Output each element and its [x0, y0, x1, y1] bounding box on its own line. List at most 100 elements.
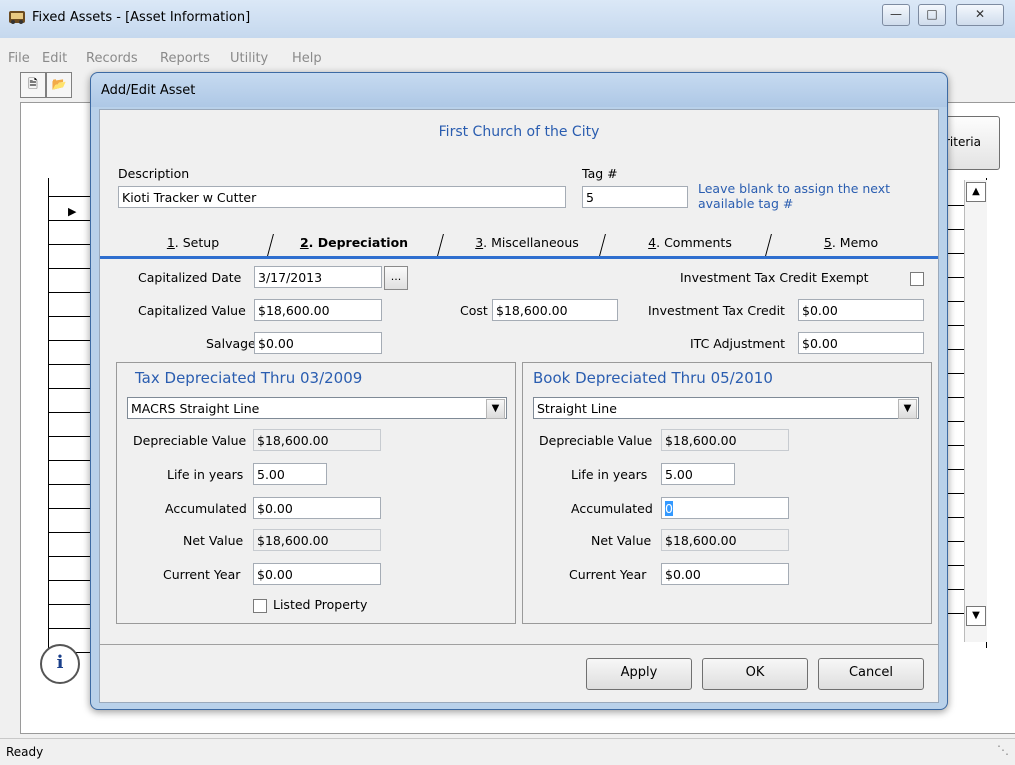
tax-depreciable-label: Depreciable Value — [133, 433, 247, 448]
menu-utility[interactable]: Utility — [230, 51, 268, 66]
criteria-button-label: riteria — [945, 135, 981, 149]
new-file-icon[interactable]: 🗎 — [20, 72, 46, 98]
main-title-bar: Fixed Assets - [Asset Information] — □ ✕ — [0, 0, 1015, 38]
tax-method-select[interactable]: MACRS Straight Line ▼ — [127, 397, 507, 419]
tab-memo[interactable]: 5. Memo — [776, 230, 926, 256]
tax-current-year-input[interactable]: $0.00 — [253, 563, 381, 585]
tag-input[interactable]: 5 — [582, 186, 688, 208]
grid-left-edge — [48, 178, 93, 658]
book-life-label: Life in years — [571, 467, 648, 482]
tab-depreciation[interactable]: 2. Depreciation — [272, 230, 436, 256]
status-bar: Ready ⋱ — [0, 738, 1015, 765]
grid-row-line — [48, 292, 92, 293]
grid-row-line — [48, 436, 92, 437]
status-text: Ready — [6, 745, 44, 759]
scroll-down-arrow-icon[interactable]: ▼ — [966, 606, 986, 626]
grid-row-line — [48, 580, 92, 581]
menu-reports[interactable]: Reports — [160, 51, 210, 66]
book-accumulated-input[interactable]: 0 — [661, 497, 789, 519]
itc-exempt-checkbox[interactable] — [910, 272, 924, 286]
grid-row-line — [48, 316, 92, 317]
cost-input[interactable]: $18,600.00 — [492, 299, 618, 321]
tax-accumulated-input[interactable]: $0.00 — [253, 497, 381, 519]
book-current-year-input[interactable]: $0.00 — [661, 563, 789, 585]
open-folder-icon[interactable]: 📂 — [46, 72, 72, 98]
salvage-input[interactable]: $0.00 — [254, 332, 382, 354]
scroll-up-arrow-icon[interactable]: ▲ — [966, 182, 986, 202]
dialog-title: Add/Edit Asset — [101, 83, 196, 98]
capitalized-date-label: Capitalized Date — [138, 270, 242, 285]
cancel-button[interactable]: Cancel — [818, 658, 924, 690]
grid-row-line — [48, 388, 92, 389]
grid-row-line — [48, 628, 92, 629]
book-current-year-label: Current Year — [569, 567, 647, 582]
maximize-button[interactable]: □ — [918, 4, 946, 26]
tax-life-label: Life in years — [167, 467, 244, 482]
grid-row-line — [48, 532, 92, 533]
tab-miscellaneous[interactable]: 3. Miscellaneous — [446, 230, 608, 256]
tax-method-value: MACRS Straight Line — [131, 401, 260, 416]
itc-exempt-label: Investment Tax Credit Exempt — [680, 270, 869, 285]
criteria-button[interactable]: riteria — [940, 116, 1000, 170]
apply-button[interactable]: Apply — [586, 658, 692, 690]
tax-life-input[interactable]: 5.00 — [253, 463, 327, 485]
toolbar: 🗎 📂 — [20, 72, 90, 100]
book-accumulated-label: Accumulated — [571, 501, 653, 516]
grid-row-line — [48, 268, 92, 269]
grid-row-line — [48, 412, 92, 413]
ok-button[interactable]: OK — [702, 658, 808, 690]
salvage-label: Salvage — [206, 336, 256, 351]
menu-help[interactable]: Help — [292, 51, 322, 66]
grid-row-line — [48, 556, 92, 557]
itc-adjustment-input[interactable]: $0.00 — [798, 332, 924, 354]
tax-group-title: Tax Depreciated Thru 03/2009 — [135, 369, 363, 387]
row-pointer-icon: ▶ — [68, 205, 77, 218]
description-input[interactable]: Kioti Tracker w Cutter — [118, 186, 566, 208]
tax-accumulated-label: Accumulated — [165, 501, 247, 516]
capitalized-value-label: Capitalized Value — [138, 303, 246, 318]
capitalized-date-input[interactable]: 3/17/2013 — [254, 266, 382, 288]
menu-bar: File Edit Records Reports Utility Help — [0, 48, 1015, 70]
capitalized-value-input[interactable]: $18,600.00 — [254, 299, 382, 321]
grid-row-line — [48, 244, 92, 245]
book-net-value: $18,600.00 — [661, 529, 789, 551]
tax-depreciable-value: $18,600.00 — [253, 429, 381, 451]
tab-setup[interactable]: 1. Setup — [118, 230, 268, 256]
grid-row-line — [48, 508, 92, 509]
book-life-input[interactable]: 5.00 — [661, 463, 735, 485]
menu-records[interactable]: Records — [86, 51, 138, 66]
book-depreciation-group: Book Depreciated Thru 05/2010 Straight L… — [522, 362, 932, 624]
itc-input[interactable]: $0.00 — [798, 299, 924, 321]
tab-comments[interactable]: 4. Comments — [610, 230, 770, 256]
minimize-button[interactable]: — — [882, 4, 910, 26]
grid-row-line — [48, 484, 92, 485]
book-depreciable-value: $18,600.00 — [661, 429, 789, 451]
book-method-select[interactable]: Straight Line ▼ — [533, 397, 919, 419]
menu-file[interactable]: File — [8, 51, 30, 66]
listed-property-checkbox[interactable] — [253, 599, 267, 613]
dialog-title-bar: Add/Edit Asset — [91, 73, 947, 107]
tax-depreciation-group: Tax Depreciated Thru 03/2009 MACRS Strai… — [116, 362, 516, 624]
menu-edit[interactable]: Edit — [42, 51, 67, 66]
close-button[interactable]: ✕ — [956, 4, 1004, 26]
book-method-value: Straight Line — [537, 401, 617, 416]
itc-adjustment-label: ITC Adjustment — [690, 336, 786, 351]
tab-strip — [100, 260, 938, 262]
chevron-down-icon[interactable]: ▼ — [898, 399, 917, 419]
listed-property-label: Listed Property — [273, 597, 368, 612]
add-edit-asset-dialog: Add/Edit Asset First Church of the City … — [90, 72, 948, 710]
tag-label: Tag # — [582, 166, 618, 181]
button-area-divider — [100, 644, 938, 645]
date-picker-button[interactable]: ... — [384, 266, 408, 290]
chevron-down-icon[interactable]: ▼ — [486, 399, 505, 419]
grid-row-line — [48, 460, 92, 461]
organization-name: First Church of the City — [438, 124, 600, 140]
resize-grip-icon[interactable]: ⋱ — [997, 743, 1009, 757]
grid-scrollbar[interactable] — [964, 180, 987, 642]
book-group-title: Book Depreciated Thru 05/2010 — [533, 369, 773, 387]
tag-hint: Leave blank to assign the next available… — [698, 181, 891, 211]
tab-active-underline — [100, 256, 938, 259]
description-label: Description — [118, 166, 190, 181]
book-depreciable-label: Depreciable Value — [539, 433, 653, 448]
info-icon[interactable]: i — [40, 644, 80, 684]
